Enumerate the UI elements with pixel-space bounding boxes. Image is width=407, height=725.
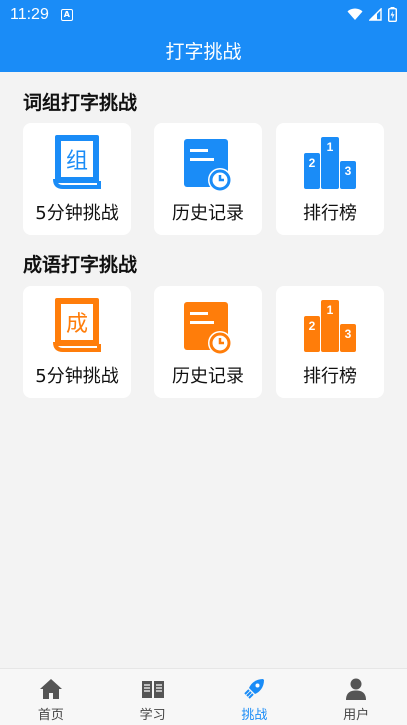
svg-text:3: 3: [345, 327, 352, 341]
tab-user[interactable]: 用户: [305, 669, 407, 725]
svg-text:1: 1: [327, 303, 334, 317]
podium-icon: 1 2 3: [302, 294, 358, 354]
svg-text:1: 1: [327, 140, 334, 154]
svg-text:3: 3: [345, 164, 352, 178]
status-icons: [347, 7, 397, 22]
tab-label: 挑战: [241, 708, 268, 723]
history-icon: [180, 131, 236, 192]
card-idiom-5min-challenge[interactable]: 成 5分钟挑战: [23, 286, 131, 398]
page-title: 打字挑战: [165, 41, 242, 63]
tab-study[interactable]: 学习: [102, 669, 204, 725]
home-icon: [39, 679, 62, 699]
section-title-phrase: 词组打字挑战: [23, 92, 138, 114]
card-label: 历史记录: [172, 203, 244, 224]
signal-icon: [369, 8, 382, 21]
card-idiom-leaderboard[interactable]: 1 2 3 排行榜: [276, 286, 384, 398]
book-icon: 组: [49, 131, 105, 191]
card-label: 历史记录: [172, 366, 244, 387]
history-icon: [180, 294, 236, 355]
podium-icon: 1 2 3: [302, 131, 358, 191]
card-phrase-leaderboard[interactable]: 1 2 3 排行榜: [276, 123, 384, 235]
tab-home[interactable]: 首页: [0, 669, 102, 725]
tab-label: 学习: [139, 708, 166, 723]
card-label: 排行榜: [303, 366, 357, 387]
section-title-idiom: 成语打字挑战: [23, 254, 138, 276]
status-bar: 11:29 A: [0, 0, 407, 29]
book-icon: 成: [49, 294, 105, 354]
app-bar: 打字挑战: [0, 29, 407, 72]
tab-label: 用户: [343, 708, 370, 723]
user-icon: [346, 678, 367, 700]
card-phrase-5min-challenge[interactable]: 组 5分钟挑战: [23, 123, 131, 235]
svg-text:2: 2: [309, 319, 316, 333]
svg-text:组: 组: [66, 149, 88, 174]
card-phrase-history[interactable]: 历史记录: [154, 123, 262, 235]
card-label: 5分钟挑战: [35, 366, 119, 387]
tab-challenge[interactable]: 挑战: [204, 669, 306, 725]
bottom-tab-bar: 首页 学习 挑战 用户: [0, 668, 407, 725]
status-time: 11:29: [10, 5, 49, 23]
card-idiom-history[interactable]: 历史记录: [154, 286, 262, 398]
tab-label: 首页: [37, 708, 64, 723]
notification-icon: A: [60, 8, 73, 21]
book-open-icon: [141, 681, 164, 698]
rocket-icon: [244, 679, 265, 699]
content: 词组打字挑战 组 5分钟挑战 历史记录 1 2 3 排行榜 成语打字挑战 成 5…: [0, 72, 407, 668]
battery-icon: [388, 7, 397, 22]
card-label: 5分钟挑战: [35, 203, 119, 224]
svg-text:成: 成: [66, 312, 88, 337]
card-label: 排行榜: [303, 203, 357, 224]
wifi-icon: [347, 8, 363, 20]
svg-text:2: 2: [309, 156, 316, 170]
